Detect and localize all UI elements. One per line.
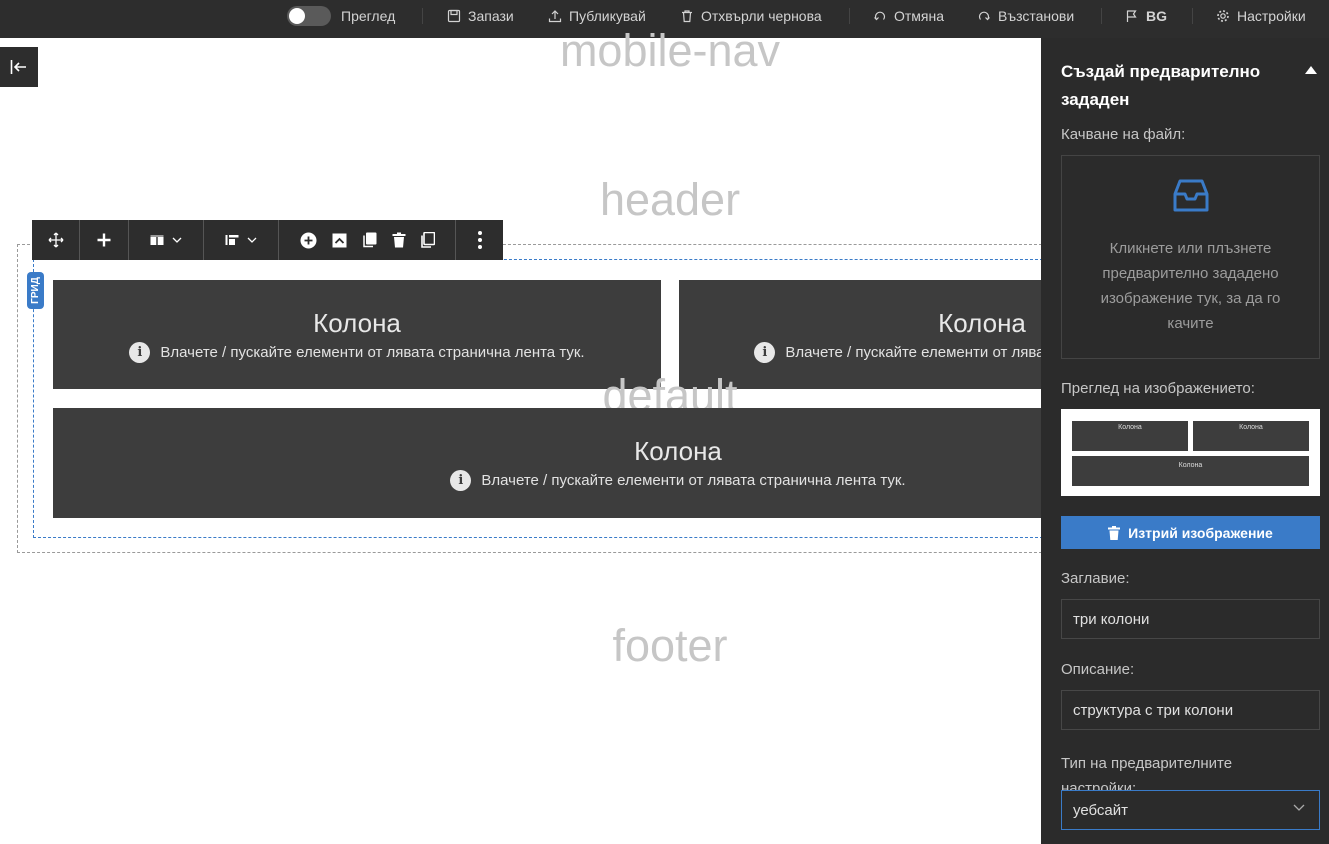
preview-column: Колона [1072, 456, 1309, 486]
add-circle-icon[interactable] [300, 232, 317, 249]
title-input[interactable]: три колони [1061, 599, 1320, 639]
preset-type-select[interactable]: уебсайт [1061, 790, 1320, 830]
toggle-knob [289, 8, 305, 24]
undo-icon [874, 11, 886, 21]
info-icon: i [129, 342, 151, 363]
save-button[interactable]: Запази [447, 0, 514, 32]
create-preset-panel: Създай предварително зададен Качване на … [1041, 38, 1329, 844]
collapse-panel-icon[interactable] [1305, 66, 1317, 74]
settings-label: Настройки [1237, 8, 1306, 24]
column-title: Колона [313, 308, 401, 338]
preview-label[interactable]: Преглед [341, 0, 395, 32]
chevron-down-icon [172, 237, 182, 243]
settings-button[interactable]: Настройки [1216, 0, 1306, 32]
columns-icon [150, 235, 164, 245]
footer-region-label: footer [612, 620, 728, 671]
save-label: Запази [468, 8, 514, 24]
grid-tag: ГРИД [27, 272, 44, 309]
preview-image-label: Преглед на изображението: [1061, 380, 1255, 397]
copy-icon[interactable] [362, 232, 377, 248]
preview-column: Колона [1072, 421, 1188, 451]
info-icon: i [754, 342, 776, 363]
gear-icon [1217, 10, 1229, 22]
trash-icon [682, 10, 692, 23]
save-icon [447, 9, 461, 23]
column-hint: i Влачете / пускайте елементи от лявата с… [53, 342, 661, 363]
chevron-down-icon [247, 237, 257, 243]
redo-button[interactable]: Възстанови [977, 0, 1074, 32]
file-drop-zone[interactable]: Кликнете или плъзнете предварително зада… [1061, 155, 1320, 359]
more-vertical-icon [477, 231, 482, 249]
align-icon [225, 235, 239, 245]
panel-title: Създай предварително зададен [1061, 62, 1261, 109]
chevron-down-icon [1293, 804, 1305, 811]
trash-icon [1108, 525, 1121, 540]
redo-label: Възстанови [998, 8, 1075, 24]
preview-column: Колона [1193, 421, 1309, 451]
alignment-dropdown[interactable] [204, 220, 279, 260]
publish-label: Публикувай [569, 8, 646, 24]
description-label: Описание: [1061, 661, 1135, 678]
trash-icon[interactable] [392, 232, 406, 248]
more-options-button[interactable] [456, 220, 503, 260]
move-button[interactable] [32, 220, 80, 260]
block-toolbar [32, 220, 503, 260]
actions-group [279, 220, 456, 260]
add-button[interactable] [80, 220, 129, 260]
flag-icon [1126, 10, 1137, 22]
divider [422, 8, 423, 24]
select-parent-icon[interactable] [332, 233, 347, 248]
upload-icon [548, 10, 562, 23]
divider [849, 8, 850, 24]
columns-layout-dropdown[interactable] [129, 220, 204, 260]
clipboard-icon[interactable] [420, 232, 435, 248]
undo-button[interactable]: Отмяна [873, 0, 944, 32]
description-input[interactable]: структура с три колони [1061, 690, 1320, 730]
discard-label: Отхвърли чернова [701, 8, 822, 24]
delete-image-label: Изтрий изображение [1128, 524, 1273, 541]
preset-type-value: уебсайт [1073, 801, 1129, 819]
language-button[interactable]: BG [1125, 0, 1167, 32]
language-label: BG [1146, 8, 1167, 24]
collapse-sidebar-button[interactable] [0, 47, 38, 87]
move-icon [48, 232, 63, 248]
upload-hint: Кликнете или плъзнете предварително зада… [1100, 240, 1281, 332]
undo-label: Отмяна [894, 8, 945, 24]
title-label: Заглавие: [1061, 570, 1130, 587]
header-region-label: header [599, 174, 741, 225]
redo-icon [978, 11, 990, 21]
divider [1192, 8, 1193, 24]
plus-icon [97, 233, 111, 247]
info-icon: i [450, 470, 472, 491]
upload-label: Качване на файл: [1061, 126, 1186, 143]
inbox-icon [1173, 179, 1209, 212]
mobile-nav-region-label: mobile-nav [559, 25, 781, 76]
delete-image-button[interactable]: Изтрий изображение [1061, 516, 1320, 549]
divider [1101, 8, 1102, 24]
preview-toggle[interactable] [287, 6, 331, 26]
collapse-left-icon [10, 60, 26, 74]
preset-preview-image: Колона Колона Колона [1061, 409, 1320, 496]
